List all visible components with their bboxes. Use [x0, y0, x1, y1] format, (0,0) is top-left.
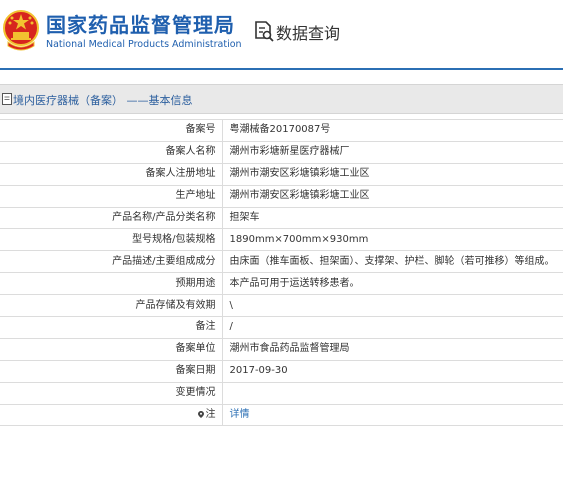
- row-label: 备案日期: [0, 359, 223, 383]
- section-header: 境内医疗器械（备案） ——基本信息: [0, 84, 563, 114]
- note-label-cell: 注: [0, 403, 223, 427]
- table-row: 备案日期 2017-09-30: [0, 359, 563, 383]
- row-label: 变更情况: [0, 381, 223, 405]
- row-value: 本产品可用于运送转移患者。: [222, 272, 563, 296]
- row-value: 潮州市彩塘新星医疗器械厂: [222, 140, 563, 164]
- row-label: 注: [205, 409, 216, 421]
- search-document-icon: [255, 21, 274, 42]
- row-label: 备案人名称: [0, 140, 223, 164]
- row-label: 型号规格/包装规格: [0, 228, 223, 252]
- row-label: 产品存储及有效期: [0, 294, 223, 318]
- row-value: \: [222, 294, 563, 318]
- row-label: 预期用途: [0, 272, 223, 296]
- row-value: 由床面（推车面板、担架面）、支撑架、护栏、脚轮（若可推移）等组成。: [222, 250, 563, 274]
- row-value: 潮州市潮安区彩塘镇彩塘工业区: [222, 162, 563, 186]
- table-row: 备注 /: [0, 316, 563, 339]
- location-pin-icon: [197, 411, 204, 419]
- table-row: 备案人注册地址 潮州市潮安区彩塘镇彩塘工业区: [0, 162, 563, 186]
- table-row: 备案人名称 潮州市彩塘新星医疗器械厂: [0, 140, 563, 164]
- row-value: 担架车: [222, 206, 563, 230]
- agency-name-cn: 国家药品监督管理局: [46, 13, 235, 37]
- site-header: 国家药品监督管理局 National Medical Products Admi…: [0, 0, 563, 70]
- row-label: 备注: [0, 316, 223, 339]
- document-icon: [2, 93, 12, 105]
- row-value: 潮州市食品药品监督管理局: [222, 337, 563, 361]
- query-title: 数据查询: [276, 24, 341, 43]
- table-row: 备案号 粤潮械备20170087号: [0, 119, 563, 142]
- table-row: 型号规格/包装规格 1890mm×700mm×930mm: [0, 228, 563, 252]
- row-label: 备案单位: [0, 337, 223, 361]
- row-label: 备案人注册地址: [0, 162, 223, 186]
- table-row: 产品存储及有效期 \: [0, 294, 563, 318]
- record-detail-table: 备案号 粤潮械备20170087号 备案人名称 潮州市彩塘新星医疗器械厂 备案人…: [0, 119, 563, 427]
- table-row: 生产地址 潮州市潮安区彩塘镇彩塘工业区: [0, 184, 563, 208]
- table-row: 产品名称/产品分类名称 担架车: [0, 206, 563, 230]
- row-value: 1890mm×700mm×930mm: [222, 228, 563, 252]
- table-row: 变更情况: [0, 381, 563, 405]
- row-label: 生产地址: [0, 184, 223, 208]
- row-label: 产品描述/主要组成成分: [0, 250, 223, 274]
- row-value: 潮州市潮安区彩塘镇彩塘工业区: [222, 184, 563, 208]
- row-value: 粤潮械备20170087号: [222, 119, 563, 142]
- table-row: 注 详情: [0, 403, 563, 427]
- row-label: 备案号: [0, 119, 223, 142]
- section-title: 境内医疗器械（备案） ——基本信息: [13, 94, 193, 107]
- table-row: 预期用途 本产品可用于运送转移患者。: [0, 272, 563, 296]
- table-row: 产品描述/主要组成成分 由床面（推车面板、担架面）、支撑架、护栏、脚轮（若可推移…: [0, 250, 563, 274]
- national-emblem-icon: [3, 10, 39, 51]
- row-value: 2017-09-30: [222, 359, 563, 383]
- details-link[interactable]: 详情: [222, 403, 563, 427]
- row-value: [222, 381, 563, 405]
- agency-name-en: National Medical Products Administration: [46, 39, 242, 50]
- row-label: 产品名称/产品分类名称: [0, 206, 223, 230]
- table-row: 备案单位 潮州市食品药品监督管理局: [0, 337, 563, 361]
- row-value: /: [222, 316, 563, 339]
